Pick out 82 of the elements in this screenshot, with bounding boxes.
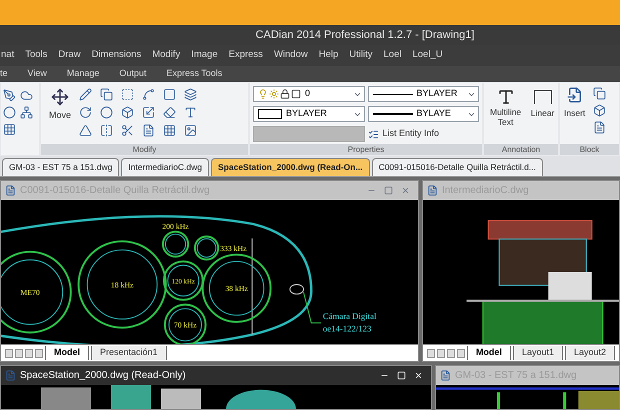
menu-item[interactable]: Utility bbox=[349, 48, 373, 63]
document-icon bbox=[426, 185, 438, 196]
grid-icon[interactable] bbox=[3, 123, 16, 136]
rectangle-icon[interactable] bbox=[121, 88, 134, 101]
page-icon[interactable] bbox=[142, 124, 156, 137]
layout-tab[interactable]: Presentación1 bbox=[91, 346, 167, 360]
close-button[interactable] bbox=[414, 371, 423, 380]
dimension-icon bbox=[534, 90, 552, 104]
ribbon-tab[interactable]: Express Tools bbox=[166, 67, 222, 81]
window-title: CADian 2014 Professional 1.2.7 - [Drawing1] bbox=[256, 28, 474, 43]
menu-item[interactable]: Loel_U bbox=[412, 48, 443, 63]
layout-tab[interactable]: Layout2 bbox=[564, 346, 615, 360]
menu-item[interactable]: nat bbox=[1, 48, 14, 63]
layers-icon[interactable] bbox=[184, 88, 198, 101]
square-icon[interactable] bbox=[163, 88, 176, 101]
line-sample-icon bbox=[372, 113, 412, 115]
pen-icon[interactable] bbox=[3, 89, 16, 102]
branch-icon[interactable] bbox=[20, 106, 33, 119]
box-icon[interactable] bbox=[121, 106, 134, 119]
menu-item[interactable]: Draw bbox=[58, 48, 81, 63]
lightbulb-icon bbox=[258, 89, 268, 99]
menu-item[interactable]: Window bbox=[274, 48, 308, 63]
menu-item[interactable]: Loel bbox=[384, 48, 402, 63]
eraser-icon[interactable] bbox=[163, 106, 176, 119]
document-tab[interactable]: IntermediarioC.dwg bbox=[121, 158, 210, 176]
panel-label: Annotation bbox=[484, 144, 558, 155]
copy-icon[interactable] bbox=[593, 87, 606, 100]
hatch-icon[interactable] bbox=[163, 124, 176, 137]
multiline-text-button[interactable]: Multiline Text bbox=[488, 87, 524, 144]
menu-item[interactable]: Dimensions bbox=[92, 48, 142, 63]
layout-tab[interactable]: Layout1 bbox=[512, 346, 563, 360]
move-icon bbox=[51, 88, 69, 106]
dropdown-field[interactable]: BYLAYER bbox=[368, 86, 479, 102]
document-icon bbox=[5, 185, 16, 196]
copy-icon[interactable] bbox=[100, 88, 114, 101]
menu-item[interactable]: Modify bbox=[152, 48, 180, 63]
box-icon[interactable] bbox=[593, 104, 606, 117]
rotate-icon[interactable] bbox=[79, 106, 92, 119]
scale-icon[interactable] bbox=[142, 106, 156, 119]
window-title: SpaceStation_2000.dwg (Read-Only) bbox=[20, 369, 187, 383]
panel-label: Modify bbox=[41, 144, 248, 155]
dropdown-field[interactable]: BYLAYE bbox=[368, 106, 479, 122]
cloud-icon[interactable] bbox=[20, 89, 33, 102]
circle-icon[interactable] bbox=[100, 106, 114, 119]
curve-icon[interactable] bbox=[142, 88, 156, 101]
dropdown-field[interactable]: 0 bbox=[253, 86, 364, 102]
document-tab[interactable]: SpaceStation_2000.dwg (Read-On... bbox=[211, 158, 370, 176]
lock-icon bbox=[280, 89, 290, 99]
image-icon[interactable] bbox=[184, 124, 198, 137]
mirror-icon[interactable] bbox=[100, 124, 114, 137]
layout-tab[interactable]: Model bbox=[45, 346, 89, 360]
document-tab[interactable]: GM-03 - EST 75 a 151.dwg bbox=[2, 158, 120, 176]
document-icon bbox=[5, 370, 16, 381]
document-icon bbox=[440, 370, 451, 381]
circle-icon[interactable] bbox=[3, 106, 16, 119]
ribbon-tab[interactable]: Manage bbox=[66, 67, 100, 81]
layout-tab[interactable]: Model bbox=[466, 346, 511, 360]
pencil-icon[interactable] bbox=[79, 88, 92, 101]
panel-label: Block bbox=[560, 144, 619, 155]
color-swatch-icon bbox=[291, 89, 301, 99]
color-swatch-icon bbox=[258, 109, 282, 119]
panel-label: Properties bbox=[250, 144, 482, 155]
ribbon-tab[interactable]: View bbox=[28, 67, 47, 81]
dropdown-field[interactable]: BYLAYER bbox=[253, 106, 364, 122]
ribbon-tab[interactable]: te bbox=[0, 67, 8, 81]
page-icon[interactable] bbox=[593, 121, 606, 134]
list-icon bbox=[368, 128, 378, 140]
menu-item[interactable]: Express bbox=[228, 48, 263, 63]
menu-item[interactable]: Tools bbox=[25, 48, 48, 63]
insert-block-icon bbox=[566, 87, 583, 103]
sun-icon bbox=[269, 89, 279, 99]
move-button[interactable]: Move bbox=[49, 88, 72, 144]
triangle-icon[interactable] bbox=[79, 124, 92, 137]
menu-item[interactable]: Help bbox=[318, 48, 338, 63]
text-icon[interactable] bbox=[184, 106, 198, 119]
scissors-icon[interactable] bbox=[121, 124, 134, 137]
document-tab[interactable]: C0091-015016-Detalle Quilla Retráctil.d... bbox=[372, 158, 543, 176]
ribbon-tab[interactable]: Output bbox=[119, 67, 146, 81]
list-entity-info-button[interactable]: List Entity Info bbox=[368, 126, 479, 142]
linear-dimension-button[interactable]: Linear bbox=[530, 87, 554, 144]
insert-button[interactable]: Insert bbox=[564, 87, 586, 144]
menu-item[interactable]: Image bbox=[191, 48, 218, 63]
